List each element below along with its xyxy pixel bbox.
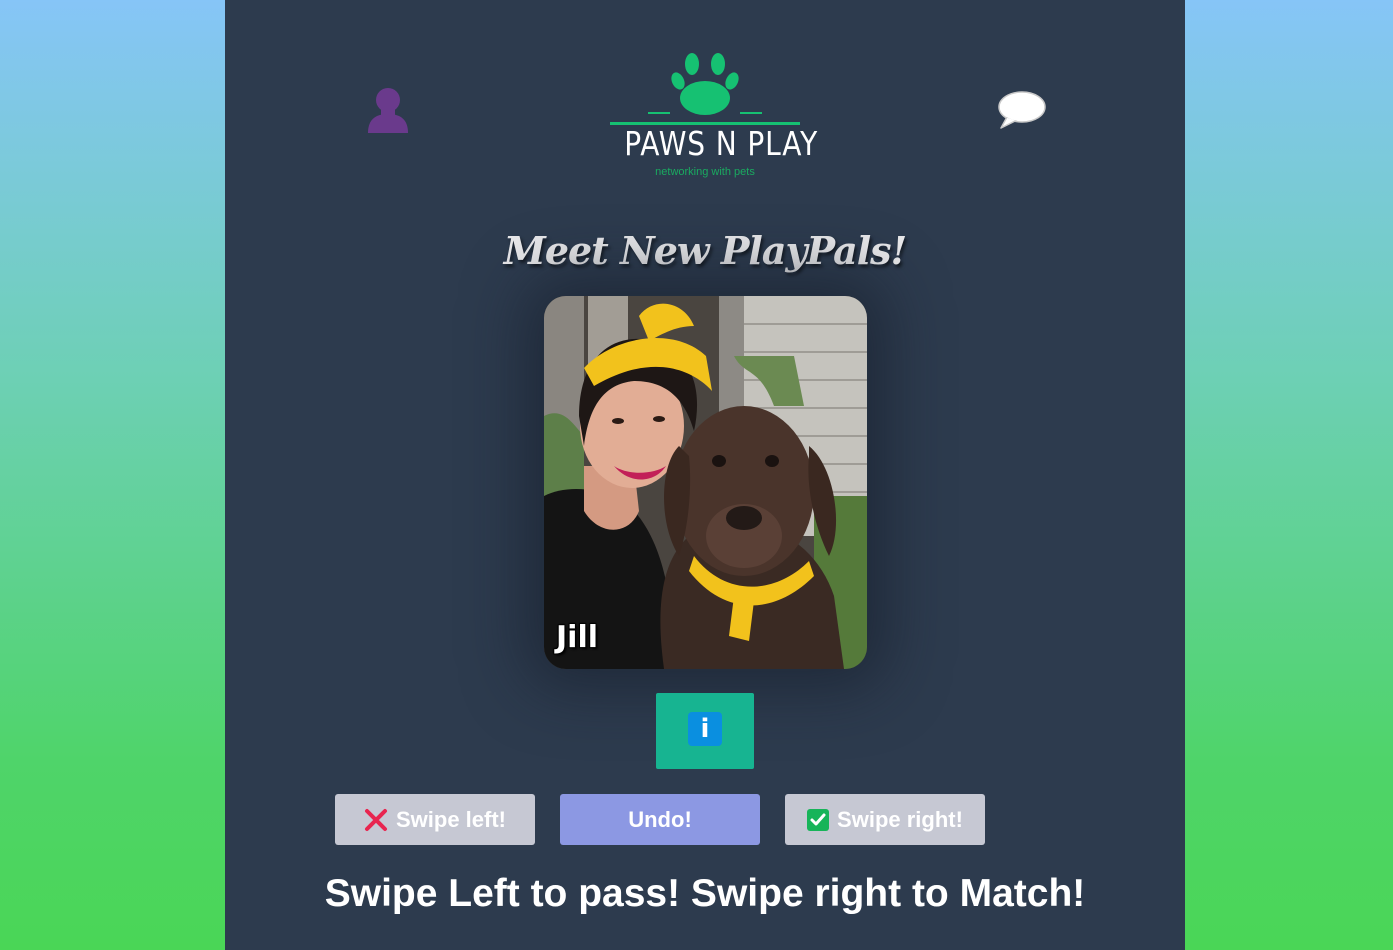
page-heading: Meet New PlayPals! xyxy=(503,228,907,273)
x-icon xyxy=(364,808,388,832)
swipe-instructions: Swipe Left to pass! Swipe right to Match… xyxy=(324,872,1086,915)
profile-name: Jill xyxy=(556,620,599,655)
swipe-left-label: Swipe left! xyxy=(395,806,506,832)
chat-button[interactable] xyxy=(995,88,1049,134)
speech-bubble-icon xyxy=(998,91,1046,129)
profile-photo xyxy=(544,296,867,669)
info-button[interactable]: i xyxy=(656,693,754,769)
checkmark-icon xyxy=(807,808,830,831)
user-icon xyxy=(368,88,408,133)
logo-tagline: networking with pets xyxy=(655,166,755,178)
info-icon: i xyxy=(688,712,722,746)
profile-card[interactable]: Jill xyxy=(544,296,867,669)
undo-button[interactable]: Undo! xyxy=(560,794,760,845)
swipe-right-label: Swipe right! xyxy=(837,806,963,832)
logo[interactable]: PAWS N PLAY networking with pets xyxy=(610,50,819,185)
profile-button[interactable] xyxy=(364,85,412,135)
swipe-left-button[interactable]: Swipe left! xyxy=(335,794,535,845)
swipe-right-button[interactable]: Swipe right! xyxy=(785,794,985,845)
paw-logo-icon xyxy=(610,53,800,125)
logo-title: PAWS N PLAY xyxy=(624,124,819,163)
main-panel: PAWS N PLAY networking with pets Meet Ne… xyxy=(225,0,1185,950)
undo-label: Undo! xyxy=(628,806,692,832)
